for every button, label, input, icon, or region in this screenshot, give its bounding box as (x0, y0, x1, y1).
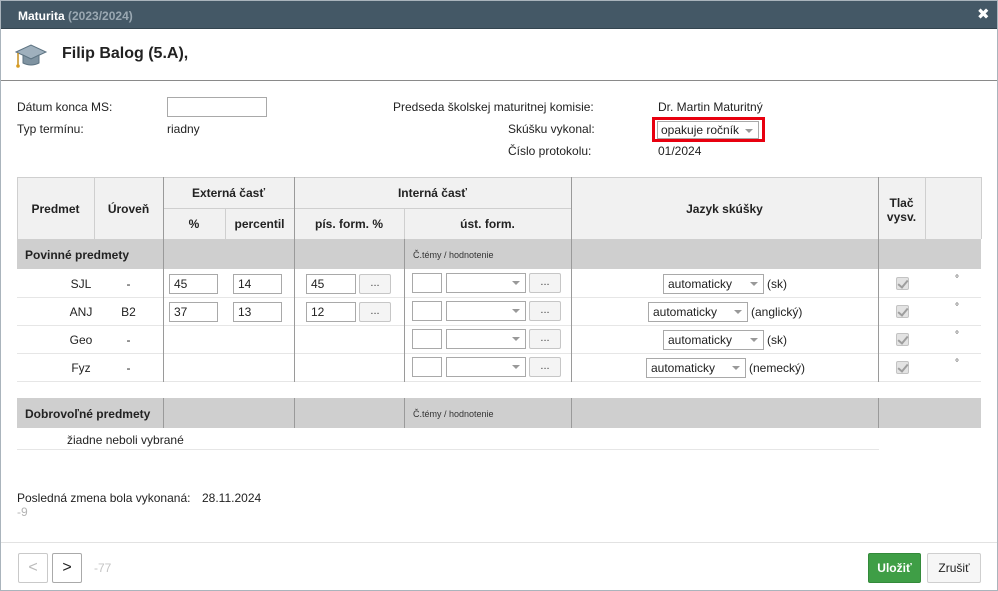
dialog-title-years: (2023/2024) (68, 9, 133, 23)
row-anj-language-select[interactable]: automaticky (648, 302, 748, 322)
row-anj-written-more-button[interactable]: ... (359, 302, 391, 322)
dialog-title-text: Maturita (18, 9, 65, 23)
col-written: pís. form. % (314, 217, 383, 231)
col-internal: Interná časť (397, 186, 468, 200)
chevron-down-icon (732, 366, 740, 370)
chevron-down-icon (734, 310, 742, 314)
prev-button[interactable]: < (18, 553, 48, 583)
row-sjl-oral-more-button[interactable]: ... (529, 273, 561, 293)
row-sjl-oral-grade-select[interactable] (446, 273, 526, 293)
row-anj-level: B2 (121, 305, 136, 319)
row-fyz-language-value: automaticky (651, 361, 716, 375)
row-fyz-oral-grade-select[interactable] (446, 357, 526, 377)
row-geo-language-name: (sk) (767, 333, 787, 347)
row-sjl-oral-topic-input[interactable] (412, 273, 442, 293)
row-fyz-print-checkbox[interactable] (896, 361, 909, 374)
dialog-titlebar: Maturita (2023/2024) ✖ (1, 1, 997, 29)
end-date-input[interactable] (167, 97, 267, 117)
row-geo-language-value: automaticky (668, 333, 733, 347)
chevron-down-icon (512, 281, 520, 285)
voluntary-group-row (17, 398, 981, 428)
last-change-code: -9 (17, 505, 28, 519)
row-sjl-print-checkbox[interactable] (896, 277, 909, 290)
mandatory-group-label: Povinné predmety (25, 248, 130, 262)
row-geo-language-select[interactable]: automaticky (663, 330, 764, 350)
col-external: Externá časť (191, 186, 266, 200)
row-geo-degree-mark: ° (955, 330, 959, 341)
chevron-down-icon (512, 365, 520, 369)
exam-done-label: Skúšku vykonal: (508, 122, 595, 136)
dialog-title: Maturita (2023/2024) (18, 9, 133, 23)
row-sjl-degree-mark: ° (955, 274, 959, 285)
chevron-down-icon (512, 337, 520, 341)
save-button[interactable]: Uložiť (868, 553, 921, 583)
voluntary-empty-text: žiadne neboli vybrané (67, 433, 184, 447)
row-fyz-oral-topic-input[interactable] (412, 357, 442, 377)
row-sjl-written-more-button[interactable]: ... (359, 274, 391, 294)
end-date-label: Dátum konca MS: (17, 100, 113, 114)
row-fyz-language-name: (nemecký) (749, 361, 806, 375)
next-button[interactable]: > (52, 553, 82, 583)
row-sjl-language-select[interactable]: automaticky (663, 274, 764, 294)
row-geo-oral-topic-input[interactable] (412, 329, 442, 349)
row-anj-print-checkbox[interactable] (896, 305, 909, 318)
cancel-button[interactable]: Zrušiť (927, 553, 981, 583)
col-oral: úst. form. (460, 217, 515, 231)
row-anj-written-input[interactable] (306, 302, 356, 322)
row-anj-oral-more-button[interactable]: ... (529, 301, 561, 321)
student-name: Filip Balog (5.A), (62, 45, 189, 62)
maturita-dialog: Maturita (2023/2024) ✖ Filip Balog (5.A)… (0, 0, 998, 591)
row-anj-ext-percent-input[interactable] (169, 302, 218, 322)
row-sjl-ext-percent-input[interactable] (169, 274, 218, 294)
col-subject: Predmet (31, 202, 80, 216)
col-print-1: Tlač (889, 196, 914, 210)
graduation-cap-icon (14, 44, 48, 68)
col-ext-percent: % (188, 217, 200, 231)
mandatory-group-row (17, 239, 981, 269)
row-sjl-written-input[interactable] (306, 274, 356, 294)
last-change-date: 28.11.2024 (202, 491, 262, 505)
row-fyz-oral-more-button[interactable]: ... (529, 357, 561, 377)
row-geo-oral-grade-select[interactable] (446, 329, 526, 349)
highlight-box (652, 117, 765, 142)
row-geo-print-checkbox[interactable] (896, 333, 909, 346)
row-anj-oral-topic-input[interactable] (412, 301, 442, 321)
col-print-2: vysv. (886, 210, 917, 224)
col-level: Úroveň (107, 202, 150, 216)
row-fyz-language-select[interactable]: automaticky (646, 358, 746, 378)
chevron-down-icon (512, 309, 520, 313)
chevron-down-icon (750, 338, 758, 342)
row-anj-oral-grade-select[interactable] (446, 301, 526, 321)
student-header: Filip Balog (5.A), (1, 29, 997, 81)
row-anj-ext-percentile-input[interactable] (233, 302, 282, 322)
last-change-label: Posledná zmena bola vykonaná: (17, 491, 191, 505)
row-sjl-level: - (126, 277, 131, 291)
row-geo-level: - (126, 333, 131, 347)
row-anj-language-name: (anglický) (751, 305, 803, 319)
protocol-value: 01/2024 (658, 144, 702, 158)
chevron-down-icon (750, 282, 758, 286)
record-counter: -77 (94, 561, 112, 575)
term-type-label: Typ termínu: (17, 122, 84, 136)
row-fyz-level: - (126, 361, 131, 375)
row-fyz-degree-mark: ° (955, 358, 959, 369)
term-type-value: riadny (167, 122, 200, 136)
chairman-label: Predseda školskej maturitnej komisie: (393, 100, 594, 114)
chairman-value: Dr. Martin Maturitný (658, 100, 763, 114)
row-sjl-language-value: automaticky (668, 277, 733, 291)
row-sjl-language-name: (sk) (767, 277, 787, 291)
oral-hint-mandatory: Č.témy / hodnotenie (413, 250, 494, 260)
row-anj-language-value: automaticky (653, 305, 718, 319)
voluntary-group-label: Dobrovoľné predmety (25, 407, 151, 421)
col-ext-percentile: percentil (234, 217, 285, 231)
protocol-label: Číslo protokolu: (508, 144, 592, 158)
oral-hint-voluntary: Č.témy / hodnotenie (413, 409, 494, 419)
col-language: Jazyk skúšky (686, 202, 763, 216)
row-sjl-ext-percentile-input[interactable] (233, 274, 282, 294)
footer-divider (1, 542, 997, 543)
close-icon[interactable]: ✖ (977, 7, 990, 22)
row-geo-oral-more-button[interactable]: ... (529, 329, 561, 349)
row-anj-degree-mark: ° (955, 302, 959, 313)
